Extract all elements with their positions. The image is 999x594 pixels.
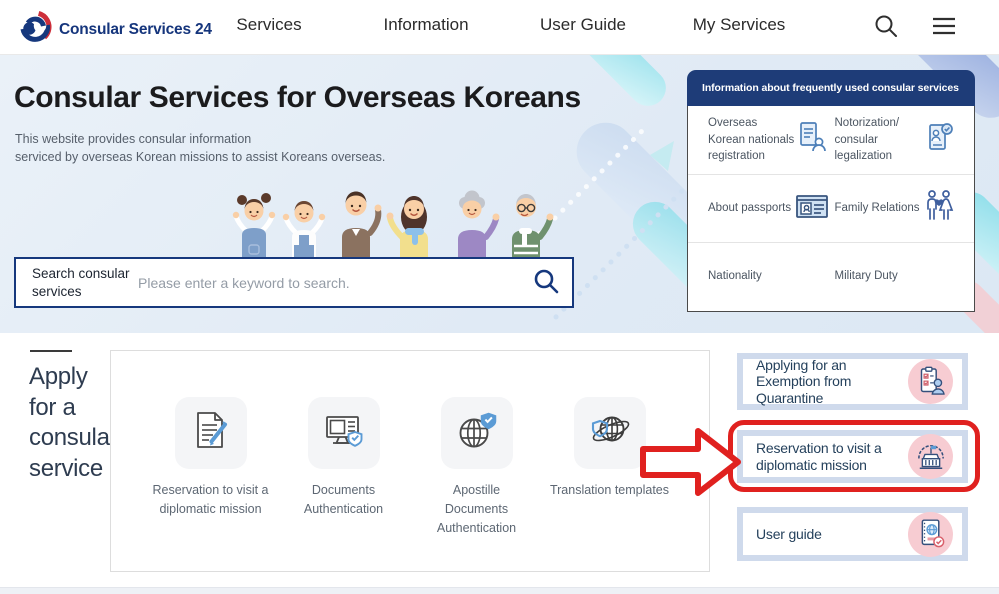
globe-orbit-shield-icon [587, 409, 633, 458]
nav-item-services[interactable]: Services [236, 15, 301, 35]
quick-link-exemption-quarantine[interactable]: Applying for an Exemption from Quarantin… [737, 353, 968, 410]
hero-subtitle-line-2: serviced by overseas Korean missions to … [15, 149, 385, 167]
panel-row: Overseas Korean nationals registration [688, 106, 974, 174]
nav-item-my-services[interactable]: My Services [693, 15, 786, 35]
consular-services-card: Reservation to visit a diplomatic missio… [110, 350, 710, 572]
service-apostille-authentication[interactable]: Apostille Documents Authentication [441, 397, 513, 469]
site-logo[interactable]: Consular Services 24 [18, 10, 212, 49]
hero-subtitle: This website provides consular informati… [15, 131, 385, 166]
search-input[interactable] [138, 275, 520, 291]
section-rule [30, 350, 72, 352]
grandma-figure [458, 191, 500, 260]
passport-icon [795, 191, 829, 226]
quick-link-reservation-diplomatic-mission[interactable]: Reservation to visit a diplomatic missio… [737, 430, 968, 483]
panel-item-notarization-legalization[interactable]: Notorization/ consular legalization [835, 115, 962, 165]
panel-item-overseas-korean-registration[interactable]: Overseas Korean nationals registration [708, 115, 835, 165]
top-navigation-bar: Consular Services 24 Services Informatio… [0, 0, 999, 55]
search-bar-label: Search consular services [16, 265, 138, 300]
family-illustration [228, 183, 560, 259]
hamburger-menu-icon[interactable] [931, 14, 957, 43]
panel-title: Information about frequently used consul… [687, 70, 975, 106]
service-translation-templates[interactable]: Translation templates [574, 397, 646, 469]
nav-item-information[interactable]: Information [383, 15, 468, 35]
document-pencil-icon [189, 409, 233, 458]
id-card-check-icon [923, 121, 955, 158]
consular-search-bar: Search consular services [14, 257, 574, 308]
panel-row: About passports Fam [688, 174, 974, 242]
clipboard-person-icon [908, 359, 953, 404]
frequently-used-services-panel: Information about frequently used consul… [687, 70, 975, 312]
monitor-shield-icon [322, 409, 366, 458]
girl-figure [233, 193, 275, 259]
search-icon [532, 267, 560, 298]
hero-title: Consular Services for Overseas Koreans [14, 81, 581, 115]
service-reservation-diplomatic-mission[interactable]: Reservation to visit a diplomatic missio… [175, 397, 247, 469]
grandpa-figure [512, 194, 554, 259]
mom-figure [387, 196, 429, 259]
hero-subtitle-line-1: This website provides consular informati… [15, 131, 385, 149]
panel-item-military-duty[interactable]: Military Duty [835, 268, 962, 285]
document-person-icon [797, 121, 829, 158]
brand-name: Consular Services 24 [59, 21, 212, 39]
panel-body: Overseas Korean nationals registration [687, 106, 975, 312]
panel-item-family-relations[interactable]: Family Relations [835, 189, 962, 228]
apply-section-heading: Apply for a consular service [29, 362, 117, 485]
panel-item-nationality[interactable]: Nationality [708, 268, 835, 285]
next-section-edge [0, 587, 999, 594]
nav-item-user-guide[interactable]: User Guide [540, 15, 626, 35]
boy-figure [283, 201, 325, 259]
government-building-gauge-icon [908, 434, 953, 479]
search-icon[interactable] [873, 13, 899, 44]
panel-row: Nationality Military Duty [688, 242, 974, 310]
globe-shield-icon [455, 409, 499, 458]
panel-item-about-passports[interactable]: About passports [708, 191, 835, 226]
quick-link-user-guide[interactable]: User guide [737, 507, 968, 561]
service-documents-authentication[interactable]: Documents Authentication [308, 397, 380, 469]
korea-government-emblem-icon [18, 10, 52, 49]
passport-stamp-check-icon [908, 512, 953, 557]
family-heart-icon [923, 189, 955, 228]
page: Consular Services 24 Services Informatio… [0, 0, 999, 594]
dad-figure [342, 192, 382, 260]
search-submit-button[interactable] [520, 267, 572, 298]
